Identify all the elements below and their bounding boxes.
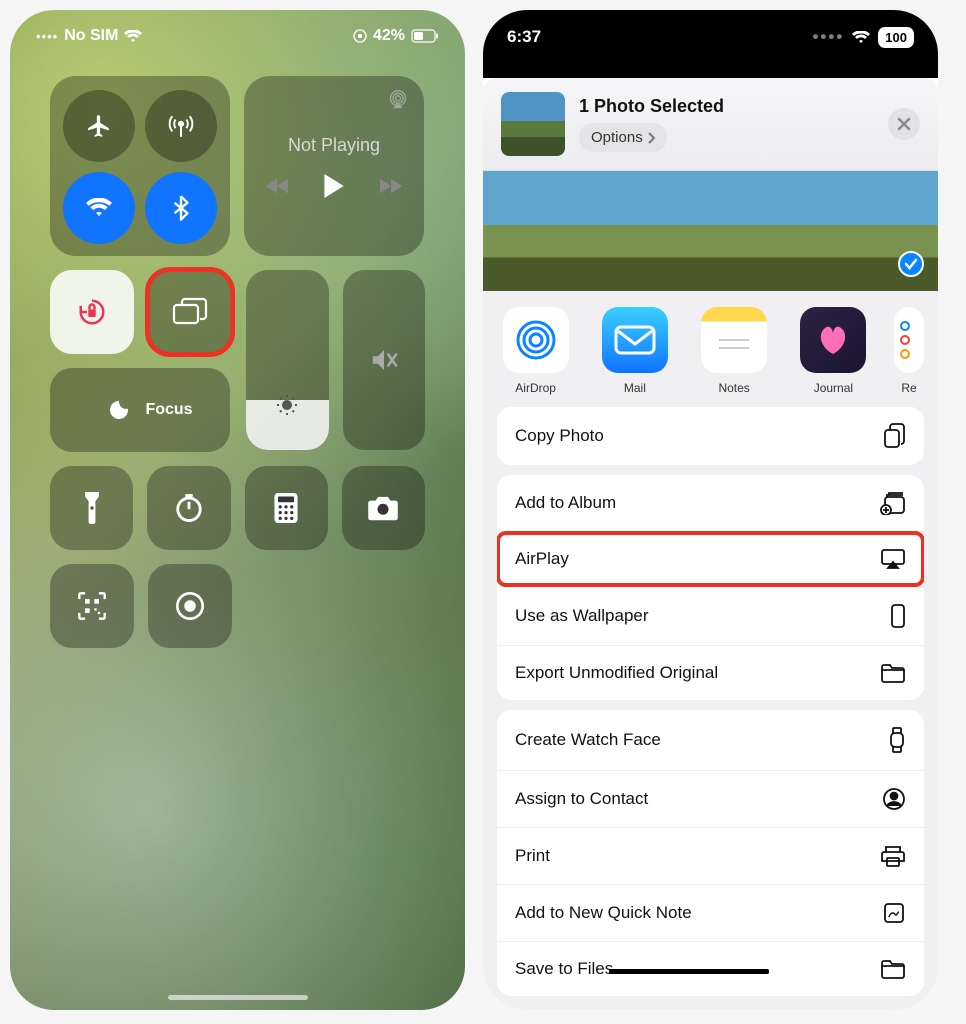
export-original-action[interactable]: Export Unmodified Original (497, 646, 924, 700)
status-bar: 6:37 •••• 100 (483, 10, 938, 64)
assign-to-contact-action[interactable]: Assign to Contact (497, 771, 924, 828)
copy-icon (882, 423, 906, 449)
watch-icon (888, 726, 906, 754)
mute-icon (369, 345, 399, 375)
media-panel[interactable]: Not Playing (244, 76, 424, 256)
forward-icon[interactable] (380, 178, 402, 194)
status-bar: •••• No SIM 42% (10, 10, 465, 62)
close-icon (897, 117, 911, 131)
photo-thumbnail[interactable] (501, 92, 565, 156)
brightness-slider[interactable] (246, 270, 329, 450)
screen-mirroring-button[interactable] (148, 270, 232, 354)
sheet-title: 1 Photo Selected (579, 96, 724, 117)
timer-icon (174, 493, 204, 523)
airplane-toggle[interactable] (63, 90, 135, 162)
notes-app[interactable]: Notes (696, 307, 773, 395)
focus-button[interactable]: Focus (50, 368, 230, 452)
home-indicator[interactable] (168, 995, 308, 1000)
rewind-icon[interactable] (266, 178, 288, 194)
share-sheet-screen: 6:37 •••• 100 1 Photo Selected Options (483, 10, 938, 1010)
moon-icon (107, 398, 131, 422)
close-button[interactable] (888, 108, 920, 140)
antenna-icon (168, 113, 194, 139)
reminders-app[interactable]: Re (894, 307, 924, 395)
folder-icon (880, 958, 906, 980)
rotation-lock-toggle[interactable] (50, 270, 134, 354)
redaction-bar (609, 969, 769, 974)
bluetooth-icon (173, 195, 189, 221)
options-button[interactable]: Options (579, 123, 667, 152)
use-as-wallpaper-action[interactable]: Use as Wallpaper (497, 587, 924, 646)
battery-icon (411, 29, 439, 43)
wifi-toggle[interactable] (63, 172, 135, 244)
volume-slider[interactable] (343, 270, 426, 450)
battery-pill: 100 (878, 27, 914, 48)
mail-app[interactable]: Mail (596, 307, 673, 395)
airplay-action[interactable]: AirPlay (497, 532, 924, 587)
printer-icon (880, 844, 906, 868)
qr-scanner-button[interactable] (50, 564, 134, 648)
airdrop-app[interactable]: AirDrop (497, 307, 574, 395)
sheet-header: 1 Photo Selected Options (483, 78, 938, 171)
contact-icon (882, 787, 906, 811)
airplane-icon (86, 113, 112, 139)
connectivity-panel[interactable] (50, 76, 230, 256)
reminders-icon (899, 318, 919, 362)
mail-icon (614, 325, 656, 355)
add-quick-note-action[interactable]: Add to New Quick Note (497, 885, 924, 942)
screen-mirror-icon (172, 297, 208, 327)
album-add-icon (880, 491, 906, 515)
create-watch-face-action[interactable]: Create Watch Face (497, 710, 924, 771)
bluetooth-toggle[interactable] (145, 172, 217, 244)
journal-icon (811, 320, 855, 360)
notes-icon (711, 322, 757, 358)
media-state: Not Playing (288, 135, 380, 156)
time-label: 6:37 (507, 27, 541, 47)
flashlight-icon (82, 492, 102, 524)
save-to-files-action[interactable]: Save to Files (497, 942, 924, 996)
control-center-screen: •••• No SIM 42% (10, 10, 465, 1010)
screen-record-button[interactable] (148, 564, 232, 648)
carrier-label: No SIM (64, 27, 118, 45)
airplay-icon (880, 548, 906, 570)
sun-icon (275, 393, 299, 417)
cellular-toggle[interactable] (145, 90, 217, 162)
timer-button[interactable] (147, 466, 230, 550)
share-sheet: 1 Photo Selected Options AirDrop (483, 78, 938, 1010)
airplay-audio-icon[interactable] (388, 90, 408, 110)
airdrop-icon (511, 315, 561, 365)
add-to-album-action[interactable]: Add to Album (497, 475, 924, 532)
qr-icon (77, 591, 107, 621)
lock-rotation-icon (77, 297, 107, 327)
focus-label: Focus (145, 401, 192, 419)
folder-icon (880, 662, 906, 684)
quick-note-icon (882, 901, 906, 925)
camera-icon (367, 495, 399, 521)
signal-dots-icon: •••• (36, 29, 58, 44)
phone-icon (890, 603, 906, 629)
calculator-icon (274, 493, 298, 523)
chevron-right-icon (647, 132, 655, 144)
record-icon (175, 591, 205, 621)
calculator-button[interactable] (245, 466, 328, 550)
print-action[interactable]: Print (497, 828, 924, 885)
journal-app[interactable]: Journal (795, 307, 872, 395)
wifi-icon (86, 198, 112, 218)
selected-check-icon[interactable] (898, 251, 924, 277)
signal-dots-icon: •••• (812, 27, 844, 47)
copy-photo-action[interactable]: Copy Photo (497, 407, 924, 465)
apps-row: AirDrop Mail Notes Journal (483, 291, 938, 407)
lock-rotation-icon (353, 29, 367, 43)
play-icon[interactable] (324, 174, 344, 198)
wifi-icon (124, 30, 142, 43)
battery-percent: 42% (373, 27, 405, 45)
photo-preview[interactable] (483, 171, 938, 291)
camera-button[interactable] (342, 466, 425, 550)
flashlight-button[interactable] (50, 466, 133, 550)
wifi-icon (852, 31, 870, 44)
